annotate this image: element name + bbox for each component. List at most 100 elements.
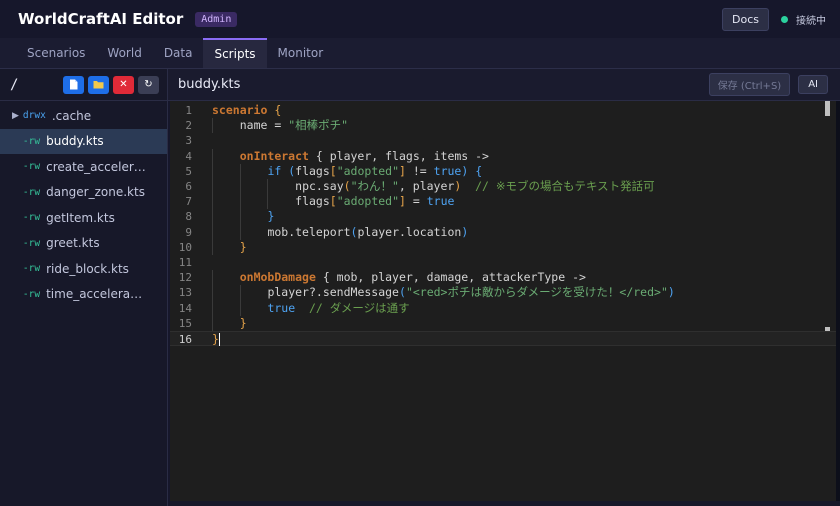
- code-token: { player, flags, items ->: [308, 148, 489, 163]
- code-line[interactable]: 9 mob.teleport(player.location): [170, 224, 836, 240]
- new-file-button[interactable]: [63, 75, 84, 94]
- code-token: "<red>ポチは敵からダメージを受けた！</red>": [405, 285, 668, 300]
- code-token: }: [239, 315, 247, 330]
- delete-button[interactable]: ✕: [113, 75, 134, 94]
- chevron-right-icon: ▶: [12, 110, 19, 121]
- line-number: 16: [178, 333, 192, 346]
- file-item-time-accelerator[interactable]: ▶ -rw time_accelerati…: [0, 282, 167, 308]
- file-browser-header: / ✕ ↻: [0, 69, 167, 101]
- code-line[interactable]: 11: [170, 255, 836, 270]
- code-token: // ダメージは通す: [295, 300, 410, 315]
- ai-button[interactable]: AI: [798, 75, 828, 94]
- line-number: 1: [185, 104, 192, 117]
- docs-button[interactable]: Docs: [722, 7, 769, 31]
- tab-scenarios[interactable]: Scenarios: [16, 38, 96, 68]
- code-text: true // ダメージは通す: [267, 301, 409, 316]
- line-number: 12: [178, 271, 192, 285]
- indent-guide: [239, 300, 241, 316]
- code-token: scenario: [212, 103, 268, 117]
- file-permissions: -rw: [22, 161, 41, 173]
- refresh-button[interactable]: ↻: [138, 75, 159, 94]
- indent-guide: [212, 285, 213, 301]
- code-token: }: [239, 239, 247, 254]
- line-number: 3: [185, 134, 192, 148]
- code-token: flags: [295, 194, 330, 209]
- current-directory: /: [10, 76, 19, 93]
- code-text: onMobDamage { mob, player, damage, attac…: [240, 270, 586, 285]
- code-line[interactable]: 14 true // ダメージは通す: [170, 300, 836, 316]
- close-icon: ✕: [119, 79, 128, 90]
- file-item-danger-zone[interactable]: ▶ -rw danger_zone.kts: [0, 180, 167, 206]
- code-token: (: [343, 179, 351, 193]
- tab-scripts[interactable]: Scripts: [203, 38, 267, 68]
- text-cursor: [218, 333, 220, 346]
- code-token: true: [433, 163, 462, 178]
- indent-guide: [212, 163, 213, 179]
- main-tabs: Scenarios World Data Scripts Monitor: [0, 38, 840, 69]
- connection-status-icon: [781, 15, 788, 23]
- indent-guide: [239, 209, 241, 225]
- file-permissions: -rw: [22, 212, 41, 224]
- code-token: !=: [405, 163, 434, 178]
- new-folder-button[interactable]: [88, 75, 109, 94]
- code-token: "相棒ポチ": [288, 118, 349, 133]
- code-token: { mob, player, damage, attackerType ->: [315, 270, 586, 285]
- code-token: player.location: [357, 224, 462, 239]
- line-number: 9: [185, 225, 192, 239]
- file-toolbar: ✕ ↻: [63, 75, 159, 94]
- code-line[interactable]: 3: [170, 133, 836, 148]
- file-item-create-accelerator[interactable]: ▶ -rw create_accelera…: [0, 154, 167, 180]
- file-permissions: -rw: [22, 263, 41, 275]
- save-button[interactable]: 保存 (Ctrl+S): [708, 73, 791, 96]
- indent-guide: [212, 315, 213, 331]
- file-name: greet.kts: [46, 236, 100, 251]
- file-item-cache[interactable]: ▶ drwx .cache: [0, 103, 167, 129]
- line-number: 14: [178, 301, 192, 315]
- tab-data[interactable]: Data: [153, 38, 204, 68]
- file-list: ▶ drwx .cache ▶ -rw buddy.kts ▶ -rw crea…: [0, 101, 167, 307]
- code-token: ): [667, 285, 675, 300]
- code-line[interactable]: 5 if (flags["adopted"] != true) {: [170, 163, 836, 179]
- code-line[interactable]: 10}: [170, 239, 836, 255]
- code-text: }: [267, 209, 274, 224]
- indent-guide: [239, 163, 241, 179]
- code-line[interactable]: 8}: [170, 209, 836, 225]
- code-line[interactable]: 4 onInteract { player, flags, items ->: [170, 148, 836, 164]
- indent-guide: [212, 179, 213, 195]
- role-badge: Admin: [195, 11, 238, 27]
- code-line[interactable]: 6 npc.say("わん！", player) // ※モブの場合もテキスト発話…: [170, 179, 836, 195]
- code-token: if (: [267, 163, 296, 178]
- code-token: ): [461, 224, 469, 239]
- tab-monitor[interactable]: Monitor: [267, 38, 335, 68]
- file-item-buddy[interactable]: ▶ -rw buddy.kts: [0, 128, 167, 154]
- code-line[interactable]: 16}: [170, 331, 836, 347]
- line-number: 6: [185, 180, 192, 193]
- indent-guide: [239, 194, 241, 210]
- code-token: true: [426, 194, 455, 209]
- code-line[interactable]: 13 player?.sendMessage("<red>ポチは敵からダメージを受…: [170, 285, 836, 301]
- file-item-getitem[interactable]: ▶ -rw getItem.kts: [0, 205, 167, 231]
- indent-guide: [239, 179, 241, 195]
- code-token: }: [212, 332, 219, 346]
- code-line[interactable]: 7 flags["adopted"] = true: [170, 194, 836, 210]
- code-token: player?.sendMessage: [267, 285, 399, 300]
- code-token: }: [267, 209, 275, 224]
- editor-filename: buddy.kts: [178, 77, 241, 92]
- file-name: danger_zone.kts: [46, 185, 145, 200]
- code-editor[interactable]: 1 scenario {2 name = "相棒ポチ" 3 4 onInteract { …: [170, 101, 836, 501]
- tab-world[interactable]: World: [96, 38, 152, 68]
- code-line[interactable]: 15}: [170, 315, 836, 331]
- line-number: 15: [178, 316, 192, 330]
- code-token: ) {: [461, 163, 483, 178]
- indent-guide: [212, 209, 213, 225]
- file-item-greet[interactable]: ▶ -rw greet.kts: [0, 231, 167, 257]
- file-item-ride-block[interactable]: ▶ -rw ride_block.kts: [0, 256, 167, 282]
- code-line[interactable]: 1 scenario {: [170, 103, 836, 118]
- code-text: }: [240, 316, 247, 331]
- line-number: 10: [178, 240, 192, 254]
- code-line[interactable]: 2 name = "相棒ポチ": [170, 118, 836, 134]
- line-number: 11: [178, 256, 192, 269]
- code-token: true: [267, 300, 296, 315]
- code-line[interactable]: 12 onMobDamage { mob, player, damage, att…: [170, 270, 836, 286]
- line-number: 8: [185, 210, 192, 224]
